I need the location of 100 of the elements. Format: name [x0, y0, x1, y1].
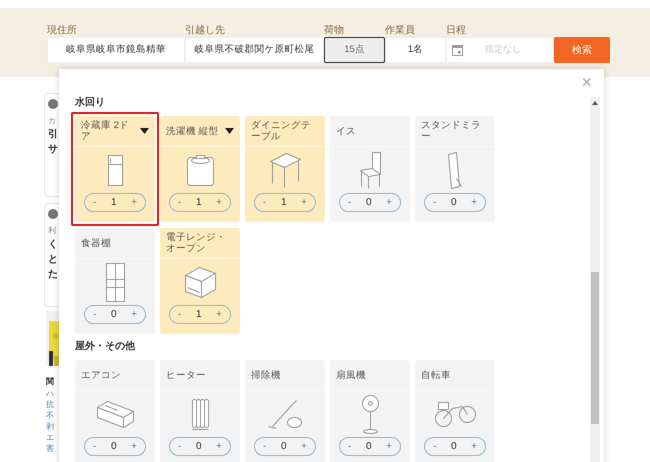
- mirror-icon: [448, 152, 462, 188]
- item-card[interactable]: ダイニングテーブル - 1 +: [245, 116, 325, 222]
- item-card[interactable]: 自転車 - 0 +: [415, 360, 495, 462]
- section-title: 水回り: [75, 96, 105, 110]
- increase-button[interactable]: +: [386, 195, 392, 210]
- increase-button[interactable]: +: [386, 439, 392, 454]
- quantity-value: 0: [110, 308, 117, 322]
- related-link[interactable]: 不: [46, 410, 54, 421]
- input-field[interactable]: 15点: [324, 37, 385, 63]
- table-icon: [270, 152, 300, 188]
- chair-icon: [360, 152, 380, 188]
- decrease-button[interactable]: -: [348, 195, 352, 210]
- decrease-button[interactable]: -: [93, 195, 96, 210]
- vacuum-cleaner-icon: [268, 400, 302, 428]
- microwave-icon: [184, 266, 216, 298]
- item-card[interactable]: スタンドミラー - 0 +: [415, 116, 495, 222]
- field-label: 荷物: [324, 25, 344, 36]
- quantity-value: 0: [110, 440, 117, 454]
- card-title: と: [48, 253, 59, 267]
- scrollbar[interactable]: [590, 97, 600, 462]
- item-label: ヒーター: [166, 370, 207, 380]
- item-label: エアコン: [81, 370, 122, 380]
- quantity-value: 1: [110, 196, 117, 210]
- increase-button[interactable]: +: [131, 307, 137, 322]
- decrease-button[interactable]: -: [93, 307, 96, 322]
- item-card[interactable]: 冷蔵庫 2ドア - 1 +: [75, 116, 155, 222]
- avatar-icon: [48, 99, 58, 109]
- item-label: 洗濯機 縦型: [166, 126, 220, 136]
- avatar-icon: [48, 209, 58, 219]
- increase-button[interactable]: +: [216, 307, 222, 322]
- increase-button[interactable]: +: [471, 195, 477, 210]
- related-link[interactable]: 抗: [46, 399, 54, 410]
- decrease-button[interactable]: -: [433, 439, 436, 454]
- item-card[interactable]: エアコン - 0 +: [75, 360, 155, 462]
- related-link[interactable]: 害: [46, 443, 54, 454]
- bicycle-icon: [434, 402, 476, 426]
- increase-button[interactable]: +: [131, 195, 137, 210]
- quantity-value: 0: [450, 440, 457, 454]
- decrease-button[interactable]: -: [178, 195, 182, 210]
- item-card[interactable]: 電子レンジ・オーブン - 1 +: [160, 228, 240, 334]
- field-label: 日程: [446, 25, 466, 36]
- item-card[interactable]: 掃除機 - 0 +: [245, 360, 325, 462]
- increase-button[interactable]: +: [301, 439, 307, 454]
- quantity-value: 1: [280, 196, 287, 210]
- increase-button[interactable]: +: [301, 195, 307, 210]
- item-label: 電子レンジ・オーブン: [166, 232, 227, 254]
- decrease-button[interactable]: -: [93, 439, 96, 454]
- field-label: 現住所: [47, 25, 77, 36]
- washing-machine-icon: [186, 154, 214, 186]
- related-link[interactable]: 剥: [46, 421, 54, 432]
- item-label: 掃除機: [251, 370, 282, 380]
- search-button[interactable]: 検索: [554, 37, 610, 63]
- increase-button[interactable]: +: [131, 439, 137, 454]
- close-button[interactable]: ×: [581, 73, 592, 91]
- scrollbar-thumb[interactable]: [591, 272, 599, 424]
- increase-button[interactable]: +: [471, 439, 477, 454]
- quantity-value: 1: [196, 196, 202, 210]
- quantity-value: 0: [280, 440, 287, 454]
- quantity-value: 0: [450, 196, 457, 210]
- decrease-button[interactable]: -: [433, 195, 436, 210]
- input-field[interactable]: 岐阜県岐阜市鏡島精華: [47, 37, 185, 63]
- card-title: サ: [48, 143, 59, 157]
- decrease-button[interactable]: -: [348, 439, 352, 454]
- card-title: く: [48, 238, 59, 252]
- decrease-button[interactable]: -: [263, 439, 266, 454]
- calendar-icon: [452, 44, 463, 56]
- dropdown-caret-icon[interactable]: [140, 128, 149, 134]
- cabinet-icon: [106, 262, 124, 302]
- field-label: 作業員: [385, 25, 415, 36]
- item-label: スタンドミラー: [421, 120, 482, 142]
- card-caption: カ: [48, 115, 57, 127]
- air-conditioner-icon: [96, 400, 134, 428]
- card-title: た: [48, 268, 59, 282]
- scroll-up-icon[interactable]: [592, 100, 598, 106]
- quantity-value: 0: [196, 440, 202, 454]
- item-card[interactable]: 食器棚 - 0 +: [75, 228, 155, 334]
- increase-button[interactable]: +: [216, 439, 222, 454]
- item-card[interactable]: イス - 0 +: [330, 116, 410, 222]
- item-label: ダイニングテーブル: [251, 120, 312, 142]
- related-link[interactable]: エ: [46, 432, 54, 443]
- quantity-value: 1: [196, 308, 202, 322]
- fan-icon: [362, 394, 378, 434]
- heater-icon: [192, 398, 208, 430]
- input-field[interactable]: 1名: [385, 37, 446, 63]
- input-field[interactable]: 岐阜県不破郡関ケ原町松尾: [185, 37, 324, 63]
- field-label: 引越し先: [185, 25, 225, 36]
- decrease-button[interactable]: -: [178, 307, 182, 322]
- item-card[interactable]: 扇風機 - 0 +: [330, 360, 410, 462]
- dropdown-caret-icon[interactable]: [225, 128, 234, 134]
- item-label: 自転車: [421, 370, 452, 380]
- increase-button[interactable]: +: [216, 195, 222, 210]
- item-card[interactable]: 洗濯機 縦型 - 1 +: [160, 116, 240, 222]
- card-caption: 利: [48, 225, 57, 237]
- item-label: 扇風機: [336, 370, 367, 380]
- quantity-value: 0: [366, 440, 372, 454]
- decrease-button[interactable]: -: [178, 439, 182, 454]
- related-link[interactable]: ハ: [46, 388, 54, 399]
- item-card[interactable]: ヒーター - 0 +: [160, 360, 240, 462]
- decrease-button[interactable]: -: [263, 195, 266, 210]
- item-label: イス: [336, 126, 357, 136]
